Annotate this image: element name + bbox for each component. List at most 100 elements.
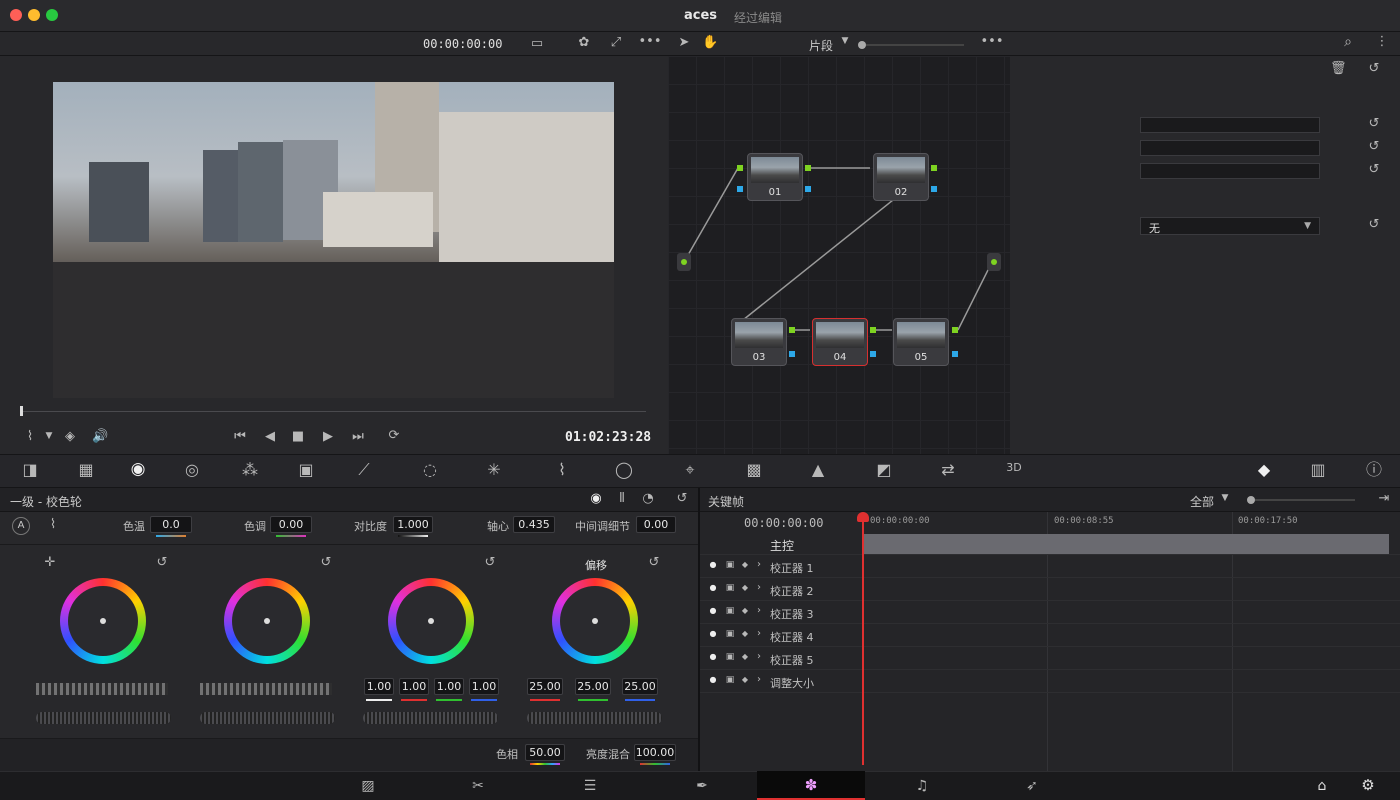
playhead-handle[interactable] [20,406,23,416]
lift-reset-icon[interactable]: ↺ [154,556,170,569]
layers-icon[interactable]: ◈ [62,430,78,443]
reset-icon[interactable]: ↺ [1366,218,1382,231]
track-dot-icon[interactable]: ● [708,676,718,684]
lock-icon[interactable]: ▣ [724,653,736,662]
expand-chevron-icon[interactable]: › [754,652,764,662]
offset-blue-field[interactable]: 25.00 [622,678,658,695]
keyframe-diamond-icon[interactable]: ◆ [740,676,750,684]
primaries-wheels-icon[interactable]: ◉ [588,492,604,505]
play-icon[interactable]: ▶ [320,430,336,443]
track-dot-icon[interactable]: ● [708,607,718,615]
master-track-bar[interactable] [862,534,1389,554]
keyframe-diamond-icon[interactable]: ◆ [740,584,750,592]
zoom-button[interactable] [46,9,58,21]
keyframe-diamond-icon[interactable]: ◆ [740,561,750,569]
search-icon[interactable]: ⌕ [1340,35,1356,49]
primaries-bars-icon[interactable]: ⦀ [614,492,630,505]
keyframe-zoom-track[interactable] [1255,499,1355,501]
temp-field[interactable]: 0.0 [150,516,192,533]
gamma-master-wheel[interactable] [200,712,335,724]
collapse-icon[interactable]: ⇥ [1376,492,1392,505]
lock-icon[interactable]: ▣ [724,676,736,685]
output-node[interactable] [987,253,1001,271]
offset-red-field[interactable]: 25.00 [527,678,563,695]
lock-icon[interactable]: ▣ [724,630,736,639]
node-05-key-output[interactable] [952,351,958,357]
media-page-icon[interactable]: ▨ [356,779,380,793]
offset-wheel[interactable] [552,578,638,664]
offset-green-field[interactable]: 25.00 [575,678,611,695]
gain-red-field[interactable]: 1.00 [399,678,429,695]
sizing-icon[interactable]: ⇄ [936,462,960,478]
fairlight-page-icon[interactable]: ♫ [910,779,934,793]
color-page-icon[interactable]: ✽ [799,778,823,793]
picker-icon[interactable]: ⌇ [44,518,62,531]
gain-master-field[interactable]: 1.00 [364,678,394,695]
magic-mask-icon[interactable]: ▩ [742,462,766,478]
expand-chevron-icon[interactable]: › [754,606,764,616]
video-frame[interactable] [53,82,614,398]
curves-icon[interactable]: ⟋ [352,462,376,478]
gamma-reset-icon[interactable]: ↺ [318,556,334,569]
keyframe-zoom-handle[interactable] [1247,496,1255,504]
expand-chevron-icon[interactable]: › [754,629,764,639]
hdr-wheels-icon[interactable]: ◎ [180,462,204,478]
cut-page-icon[interactable]: ✂ [466,779,490,793]
auto-balance-icon[interactable]: A [12,517,30,535]
inspector-dropdown-2[interactable] [1140,140,1320,156]
node-02-key-output[interactable] [931,186,937,192]
trash-icon[interactable]: 🗑 [1330,62,1347,75]
warper-mesh-icon[interactable]: ✳ [482,462,506,478]
node-01-key-output[interactable] [805,186,811,192]
chevron-down-icon[interactable]: ▼ [1220,494,1230,503]
color-picker-icon[interactable]: ✿ [574,36,594,49]
key-icon[interactable]: ◩ [872,462,896,478]
scrubber-track[interactable] [22,411,646,412]
node-02[interactable]: 02 [873,153,929,201]
track-dot-icon[interactable]: ● [708,584,718,592]
source-input[interactable] [677,253,691,271]
loop-icon[interactable]: ⟳ [384,429,404,442]
gain-blue-field[interactable]: 1.00 [469,678,499,695]
gain-master-wheel[interactable] [363,712,498,724]
keyframe-diamond-icon[interactable]: ◆ [740,630,750,638]
gain-green-field[interactable]: 1.00 [434,678,464,695]
contrast-field[interactable]: 1.000 [393,516,433,533]
lock-icon[interactable]: ▣ [724,561,736,570]
track-dot-icon[interactable]: ● [708,653,718,661]
node-03[interactable]: 03 [731,318,787,366]
offset-reset-icon[interactable]: ↺ [646,556,662,569]
expand-chevron-icon[interactable]: › [754,675,764,685]
node-01-key-input[interactable] [737,186,743,192]
clip-mode-select[interactable]: 片段 [809,37,833,54]
hd-icon[interactable]: ▭ [522,37,552,50]
keyframe-playhead-handle[interactable] [857,512,869,522]
reset-icon[interactable]: ↺ [1366,140,1382,153]
gamma-wheel[interactable] [224,578,310,664]
close-button[interactable] [10,9,22,21]
panel-reset-icon[interactable]: ↺ [674,492,690,505]
window-icon[interactable]: ◯ [612,462,636,478]
fullscreen-icon[interactable]: ⤢ [606,36,626,49]
node-05[interactable]: 05 [893,318,949,366]
expand-chevron-icon[interactable]: › [754,560,764,570]
reset-icon[interactable]: ↺ [1366,117,1382,130]
tracker-icon[interactable]: ⌖ [678,462,702,478]
skip-back-icon[interactable]: ⏮ [230,430,250,443]
deliver-page-icon[interactable]: ➶ [1020,779,1044,793]
node-02-output[interactable] [931,165,937,171]
chevron-down-icon[interactable]: ▼ [840,37,850,46]
node-01-output[interactable] [805,165,811,171]
eyedropper-chevron-icon[interactable]: ▼ [44,432,54,441]
blur-icon[interactable]: ▲ [806,462,830,478]
expand-chevron-icon[interactable]: › [754,583,764,593]
offset-master-wheel[interactable] [527,712,662,724]
inspector-select[interactable]: 无 ▼ [1140,217,1320,235]
eyedropper-icon[interactable]: ⌇ [22,430,38,443]
rgb-mixer-icon[interactable]: ⁂ [238,462,262,478]
inspector-dropdown-3[interactable] [1140,163,1320,179]
pointer-icon[interactable]: ➤ [676,36,692,49]
inspector-dropdown-1[interactable] [1140,117,1320,133]
node-03-output[interactable] [789,327,795,333]
home-icon[interactable]: ⌂ [1310,779,1334,793]
